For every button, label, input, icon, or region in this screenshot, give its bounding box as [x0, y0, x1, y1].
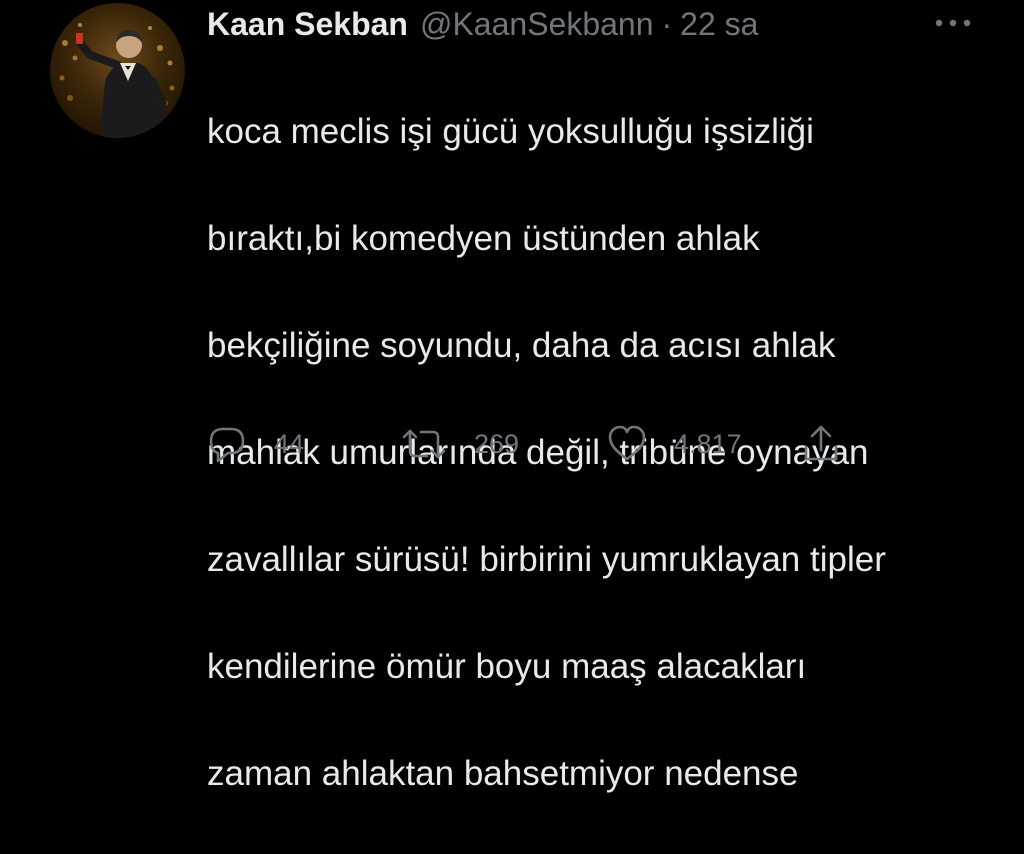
- reply-button[interactable]: 44: [206, 422, 304, 466]
- tweet-text-line: bekçiliğine soyundu, daha da acısı ahlak: [207, 325, 836, 365]
- header-separator: ·: [661, 6, 673, 42]
- author-display-name[interactable]: Kaan Sekban: [207, 2, 408, 46]
- profile-photo-icon: [59, 23, 175, 138]
- tweet-text-line: zaman ahlaktan bahsetmiyor nedense: [207, 753, 799, 793]
- tweet-text-line: kendilerine ömür boyu maaş alacakları: [207, 646, 807, 686]
- reply-count: 44: [274, 428, 305, 459]
- tweet: Kaan Sekban @KaanSekbann · 22 sa koca me…: [0, 0, 1024, 793]
- retweet-button[interactable]: 269: [400, 422, 519, 466]
- retweet-icon: [402, 429, 446, 459]
- share-button[interactable]: [800, 422, 842, 466]
- tweet-actions: 44 269 4.817: [206, 422, 866, 466]
- tweet-text-line: bıraktı,bi komedyen üstünden ahlak: [207, 218, 760, 258]
- author-handle[interactable]: @KaanSekbann: [420, 2, 654, 46]
- tweet-text-line: zavallılar sürüsü! birbirini yumruklayan…: [207, 539, 886, 579]
- tweet-text-line: koca meclis işi gücü yoksulluğu işsizliğ…: [207, 111, 814, 151]
- heart-icon: [608, 425, 646, 461]
- reply-icon: [209, 427, 245, 463]
- tweet-header: Kaan Sekban @KaanSekbann · 22 sa: [207, 2, 758, 46]
- share-icon: [804, 425, 838, 461]
- avatar[interactable]: [50, 3, 185, 138]
- tweet-timestamp[interactable]: 22 sa: [680, 2, 758, 46]
- more-options-button[interactable]: [932, 8, 974, 38]
- retweet-count: 269: [474, 428, 520, 459]
- like-button[interactable]: 4.817: [606, 422, 742, 466]
- like-count: 4.817: [674, 428, 742, 459]
- more-horizontal-icon: [935, 19, 971, 27]
